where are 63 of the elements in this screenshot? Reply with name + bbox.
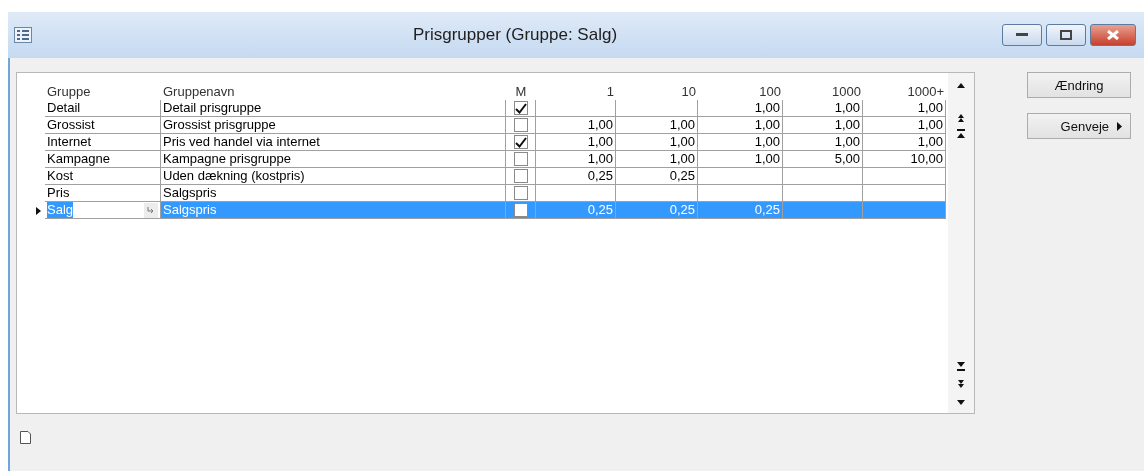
table-cell: 0,25 xyxy=(616,168,698,185)
page-down-icon[interactable] xyxy=(956,379,966,389)
table-cell: 0,25 xyxy=(698,202,783,219)
checkbox[interactable] xyxy=(513,169,528,183)
lookup-icon[interactable] xyxy=(144,202,158,218)
table-cell: 1,00 xyxy=(616,134,698,151)
table-cell: 1,00 xyxy=(616,151,698,168)
table-form-icon xyxy=(14,27,32,43)
checkbox[interactable] xyxy=(513,135,528,149)
table-cell: 1,00 xyxy=(536,151,616,168)
table-cell: 1,00 xyxy=(863,134,946,151)
checkbox[interactable] xyxy=(513,152,528,166)
table-cell: 5,00 xyxy=(783,151,863,168)
table-cell: 1,00 xyxy=(783,134,863,151)
table-cell: Salgspris xyxy=(161,185,506,202)
table-cell: 1,00 xyxy=(863,117,946,134)
window-title: Prisgrupper (Gruppe: Salg) xyxy=(411,25,619,45)
table-cell: 1,00 xyxy=(863,100,946,117)
table-cell: Pris ved handel via internet xyxy=(161,134,506,151)
menu-button[interactable]: Genveje xyxy=(1027,113,1131,139)
table-cell: Grossist xyxy=(45,117,161,134)
maximize-icon xyxy=(1060,30,1072,40)
checkbox[interactable] xyxy=(513,186,528,200)
table-cell: 1,00 xyxy=(536,134,616,151)
checkbox[interactable] xyxy=(513,101,528,115)
current-row-icon xyxy=(36,206,41,215)
new-record-icon[interactable] xyxy=(20,431,31,444)
table-cell: 1,00 xyxy=(698,151,783,168)
table-cell: 1,00 xyxy=(698,100,783,117)
table-cell: 1,00 xyxy=(698,134,783,151)
scroll-bottom-icon[interactable] xyxy=(956,361,966,371)
table-cell: Internet xyxy=(45,134,161,151)
table-cell: 1,00 xyxy=(783,117,863,134)
table-cell: 0,25 xyxy=(536,202,616,219)
close-button[interactable] xyxy=(1090,24,1136,46)
table-cell: Detail xyxy=(45,100,161,117)
action-button[interactable]: Ændring xyxy=(1027,72,1131,98)
page-up-icon[interactable] xyxy=(956,113,966,123)
table-cell: 0,25 xyxy=(616,202,698,219)
checkbox[interactable] xyxy=(513,118,528,132)
table-cell: 1,00 xyxy=(616,117,698,134)
table-cell: 1,00 xyxy=(698,117,783,134)
scroll-up-icon[interactable] xyxy=(956,81,966,91)
checkbox[interactable] xyxy=(513,203,528,217)
caret-icon xyxy=(1117,121,1122,131)
table-cell: Kampagne prisgruppe xyxy=(161,151,506,168)
table-cell: Kampagne xyxy=(45,151,161,168)
table-cell: 1,00 xyxy=(783,100,863,117)
table-cell: 10,00 xyxy=(863,151,946,168)
table-cell: Pris xyxy=(45,185,161,202)
table-cell: 1,00 xyxy=(536,117,616,134)
table-cell: 0,25 xyxy=(536,168,616,185)
minimize-icon xyxy=(1016,33,1028,37)
table-cell: Uden dækning (kostpris) xyxy=(161,168,506,185)
table-cell: Kost xyxy=(45,168,161,185)
close-icon xyxy=(1107,30,1119,40)
minimize-button[interactable] xyxy=(1002,24,1042,46)
table-cell: Grossist prisgruppe xyxy=(161,117,506,134)
maximize-button[interactable] xyxy=(1046,24,1086,46)
scroll-top-icon[interactable] xyxy=(956,129,966,139)
scroll-down-icon[interactable] xyxy=(956,397,966,407)
table-cell: Salgspris xyxy=(161,202,506,219)
table-cell: Detail prisgruppe xyxy=(161,100,506,117)
